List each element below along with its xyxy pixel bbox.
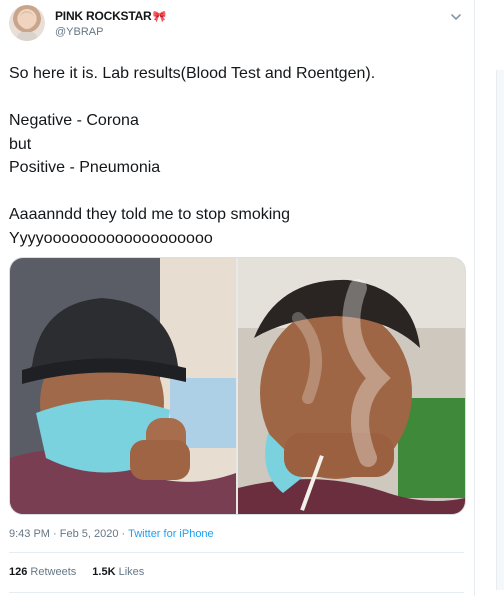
meta-separator: · [121, 528, 126, 540]
avatar[interactable] [9, 5, 45, 41]
media-grid [9, 257, 466, 515]
ribbon-emoji: 🎀 [152, 11, 167, 23]
likes-count: 1.5K [92, 566, 116, 578]
retweets-label: Retweets [30, 566, 77, 578]
photo-masked-selfie[interactable] [10, 258, 236, 514]
retweets-count: 126 [9, 566, 28, 578]
divider [9, 592, 464, 593]
meta-separator: · [53, 528, 57, 540]
tweet-stats: 126 Retweets 1.5K Likes [9, 566, 144, 578]
likes-label: Likes [118, 566, 145, 578]
tweet-source-link[interactable]: Twitter for iPhone [128, 528, 214, 540]
author-handle[interactable]: @YBRAP [55, 26, 103, 38]
tweet-timestamp: 9:43 PM · Feb 5, 2020 · Twitter for iPho… [9, 528, 214, 540]
tweet-date[interactable]: Feb 5, 2020 [60, 528, 119, 540]
tweet-time[interactable]: 9:43 PM [9, 528, 50, 540]
likes-stat[interactable]: 1.5K Likes [92, 566, 144, 578]
retweets-stat[interactable]: 126 Retweets [9, 566, 76, 578]
tweet-text: So here it is. Lab results(Blood Test an… [9, 65, 376, 247]
tweet-card: PINK ROCKSTAR🎀 @YBRAP So here it is. Lab… [0, 0, 475, 596]
chevron-down-icon[interactable] [449, 10, 463, 24]
avatar-image [17, 11, 37, 41]
author-name-text[interactable]: PINK ROCKSTAR [55, 9, 152, 23]
divider [9, 552, 464, 553]
photo-smoking-selfie[interactable] [238, 258, 465, 514]
right-sidebar-edge [496, 70, 504, 590]
author-display-name[interactable]: PINK ROCKSTAR🎀 [55, 9, 166, 23]
